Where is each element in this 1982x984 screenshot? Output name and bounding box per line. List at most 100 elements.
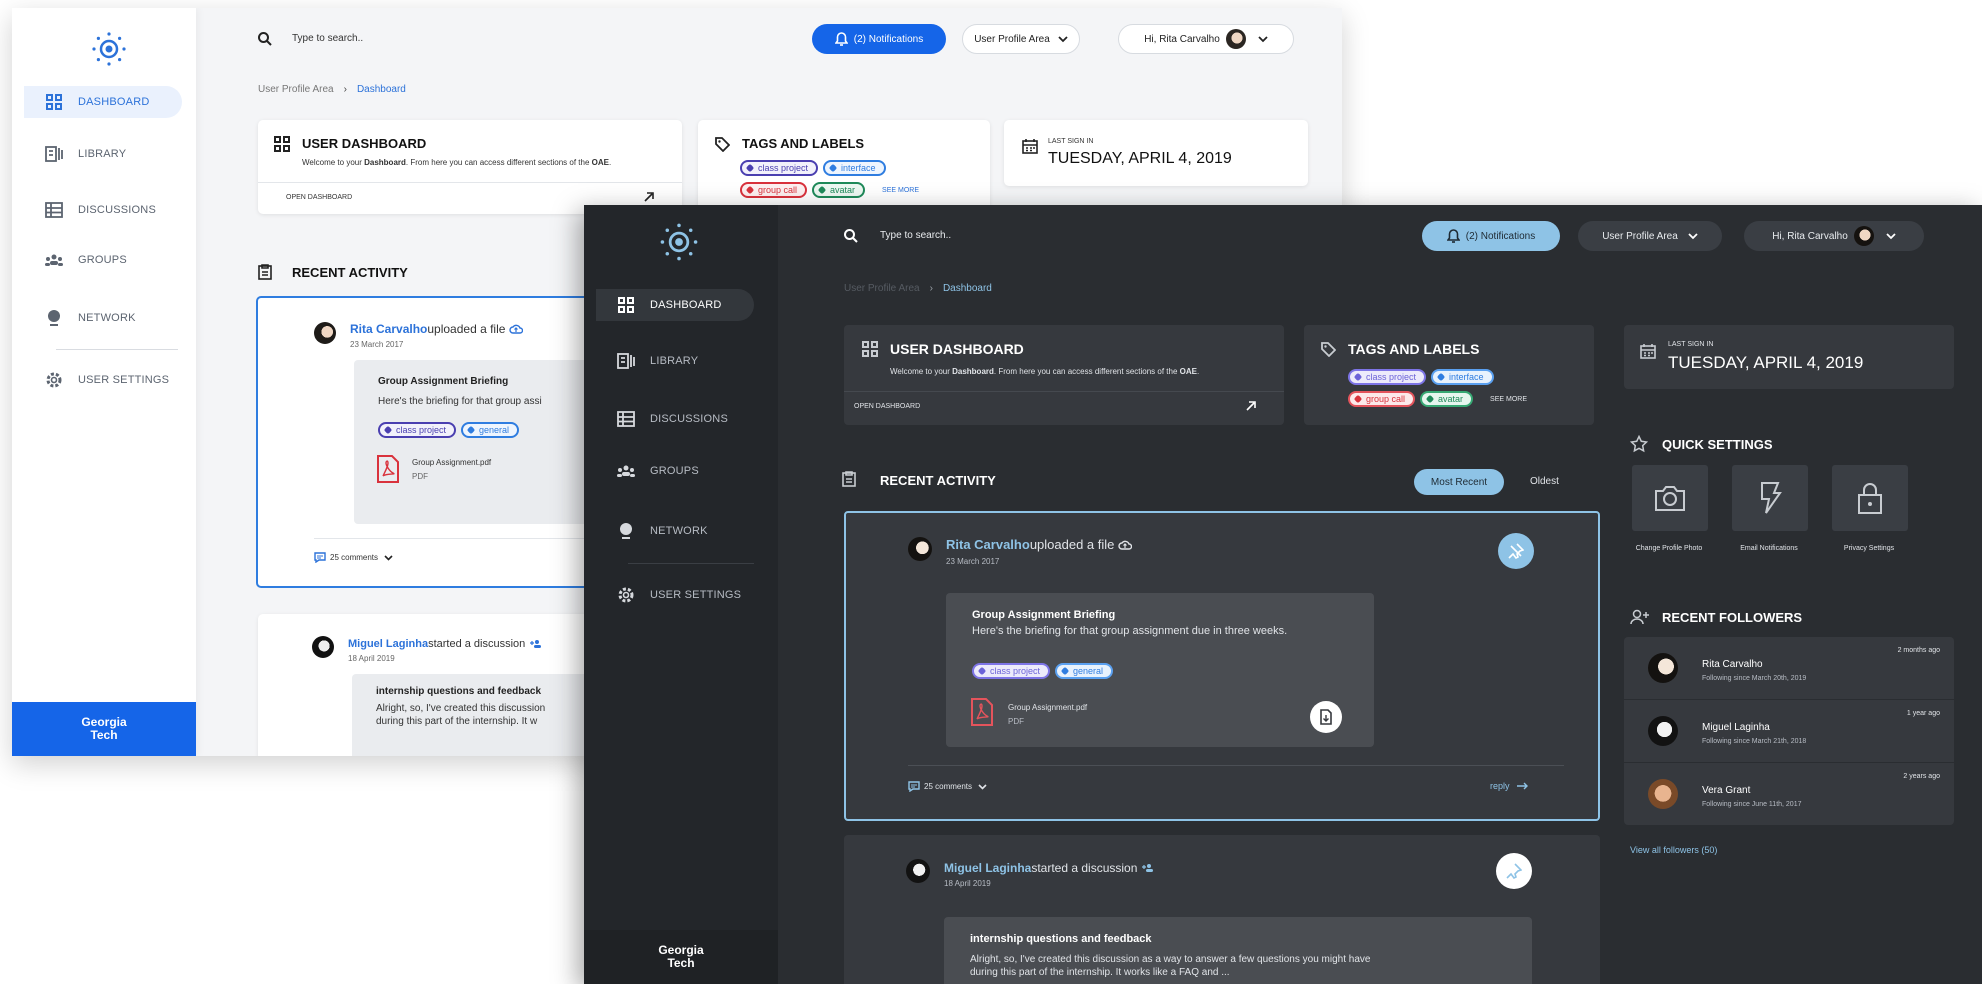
- activity-user-link[interactable]: Rita Carvalho: [350, 322, 427, 336]
- post-body: Here's the briefing for that group assig…: [972, 625, 1288, 637]
- arrow-up-right-icon[interactable]: [1246, 401, 1256, 411]
- breadcrumb: User Profile Area › Dashboard: [258, 84, 406, 95]
- sidebar-item-library[interactable]: LIBRARY: [24, 138, 182, 170]
- search-input[interactable]: Type to search..: [880, 230, 951, 241]
- tag-chip[interactable]: avatar: [1420, 391, 1474, 407]
- sidebar-item-user-settings[interactable]: USER SETTINGS: [24, 364, 182, 396]
- file-type: PDF: [1008, 717, 1024, 726]
- see-more-link[interactable]: SEE MORE: [1490, 396, 1527, 403]
- file-name[interactable]: Group Assignment.pdf: [1008, 703, 1087, 712]
- add-user-icon: [1630, 609, 1650, 625]
- discussions-icon: [616, 409, 636, 429]
- tag-chip[interactable]: group call: [1348, 391, 1416, 407]
- user-menu-dropdown[interactable]: Hi, Rita Carvalho: [1118, 24, 1294, 54]
- breadcrumb-parent[interactable]: User Profile Area: [844, 283, 920, 294]
- tags-labels-card: TAGS AND LABELS class project interface …: [698, 120, 990, 214]
- sidebar-item-dashboard[interactable]: DASHBOARD: [24, 86, 182, 118]
- unpin-button[interactable]: [1498, 533, 1534, 569]
- sidebar-item-label: LIBRARY: [650, 355, 699, 367]
- pin-off-icon: [1508, 543, 1524, 559]
- sidebar-item-discussions[interactable]: DISCUSSIONS: [596, 403, 754, 435]
- sidebar-item-discussions[interactable]: DISCUSSIONS: [24, 194, 182, 226]
- search-icon[interactable]: [844, 229, 858, 243]
- card-title: USER DASHBOARD: [302, 136, 427, 151]
- comments-toggle[interactable]: 25 comments: [908, 781, 987, 792]
- tag-chip[interactable]: general: [461, 422, 520, 438]
- search-icon[interactable]: [258, 32, 272, 46]
- activity-user-link[interactable]: Rita Carvalho: [946, 537, 1030, 552]
- follower-name[interactable]: Vera Grant: [1702, 785, 1750, 796]
- user-dashboard-card: USER DASHBOARD Welcome to your Dashboard…: [844, 325, 1284, 425]
- tag-chip[interactable]: interface: [1431, 369, 1494, 385]
- sort-most-recent-button[interactable]: Most Recent: [1414, 469, 1504, 495]
- tag-chip[interactable]: class project: [972, 663, 1051, 679]
- activity-action: uploaded a file: [427, 322, 506, 336]
- follower-name[interactable]: Rita Carvalho: [1702, 659, 1763, 670]
- tag-chip[interactable]: class project: [378, 422, 457, 438]
- see-more-link[interactable]: SEE MORE: [882, 187, 919, 194]
- profile-area-dropdown[interactable]: User Profile Area: [962, 24, 1080, 54]
- profile-area-label: User Profile Area: [974, 33, 1050, 45]
- tag-chip[interactable]: class project: [740, 160, 819, 176]
- breadcrumb-parent[interactable]: User Profile Area: [258, 84, 334, 95]
- sort-oldest-button[interactable]: Oldest: [1530, 476, 1559, 487]
- logo-line: Tech: [667, 956, 695, 970]
- followers-list: Rita Carvalho Following since March 20th…: [1624, 637, 1954, 825]
- dark-mockup: DASHBOARD LIBRARY DISCUSSIONS GROUPS NET…: [584, 205, 1982, 984]
- avatar: [908, 537, 932, 561]
- tag-chip[interactable]: group call: [740, 182, 808, 198]
- camera-icon: [1653, 483, 1687, 513]
- notifications-button[interactable]: (2) Notifications: [812, 24, 946, 54]
- file-name[interactable]: Group Assignment.pdf: [412, 458, 491, 467]
- download-file-button[interactable]: [1310, 701, 1342, 733]
- activity-user-link[interactable]: Miguel Laginha: [348, 638, 428, 650]
- sidebar-item-dashboard[interactable]: DASHBOARD: [596, 289, 754, 321]
- tag-chip[interactable]: interface: [823, 160, 886, 176]
- file-type: PDF: [412, 472, 428, 481]
- follower-name[interactable]: Miguel Laginha: [1702, 722, 1770, 733]
- sidebar-item-network[interactable]: NETWORK: [596, 515, 754, 547]
- sidebar-item-groups[interactable]: GROUPS: [24, 244, 182, 276]
- sidebar-item-label: NETWORK: [78, 312, 136, 324]
- tag-chip[interactable]: class project: [1348, 369, 1427, 385]
- open-dashboard-link[interactable]: OPEN DASHBOARD: [286, 194, 352, 201]
- notifications-label: (2) Notifications: [1465, 230, 1536, 242]
- sidebar-item-user-settings[interactable]: USER SETTINGS: [596, 579, 754, 611]
- sidebar-item-label: NETWORK: [650, 525, 708, 537]
- pdf-file-icon[interactable]: [970, 697, 994, 727]
- pdf-file-icon[interactable]: [376, 454, 400, 484]
- sidebar-item-network[interactable]: NETWORK: [24, 302, 182, 334]
- activity-user-link[interactable]: Miguel Laginha: [944, 861, 1031, 875]
- list-item[interactable]: Vera Grant Following since June 11th, 20…: [1624, 763, 1954, 825]
- post-body: Here's the briefing for that group assi: [378, 396, 542, 407]
- search-input[interactable]: Type to search..: [292, 33, 363, 44]
- notifications-button[interactable]: (2) Notifications: [1422, 221, 1560, 251]
- file-download-icon: [1319, 709, 1333, 725]
- avatar: [312, 636, 334, 658]
- sidebar-item-label: DASHBOARD: [78, 96, 150, 108]
- reply-link[interactable]: reply: [1490, 781, 1528, 791]
- list-item[interactable]: Miguel Laginha Following since March 21t…: [1624, 700, 1954, 762]
- sidebar-item-library[interactable]: LIBRARY: [596, 345, 754, 377]
- sidebar-divider: [628, 563, 754, 564]
- view-all-followers-link[interactable]: View all followers (50): [1630, 845, 1717, 855]
- sidebar-item-groups[interactable]: GROUPS: [596, 455, 754, 487]
- last-sign-in-card: LAST SIGN IN TUESDAY, APRIL 4, 2019: [1004, 120, 1308, 186]
- gear-icon: [616, 585, 636, 605]
- user-menu-dropdown[interactable]: Hi, Rita Carvalho: [1744, 221, 1924, 251]
- privacy-settings-button[interactable]: [1832, 465, 1908, 531]
- activity-heading: Rita Carvalho uploaded a file: [946, 537, 1133, 552]
- comments-toggle[interactable]: 25 comments: [314, 552, 393, 563]
- list-item[interactable]: Rita Carvalho Following since March 20th…: [1624, 637, 1954, 699]
- pin-icon: [1506, 863, 1522, 879]
- open-dashboard-link[interactable]: OPEN DASHBOARD: [854, 403, 920, 410]
- pin-button[interactable]: [1496, 853, 1532, 889]
- profile-area-dropdown[interactable]: User Profile Area: [1578, 221, 1722, 251]
- arrow-up-right-icon[interactable]: [644, 192, 654, 202]
- tag-chip[interactable]: avatar: [812, 182, 866, 198]
- change-profile-photo-button[interactable]: [1632, 465, 1708, 531]
- email-notifications-button[interactable]: [1732, 465, 1808, 531]
- tag-chip[interactable]: general: [1055, 663, 1114, 679]
- dashboard-icon: [862, 341, 878, 357]
- activity-card: Rita Carvalho uploaded a file 23 March 2…: [844, 511, 1600, 821]
